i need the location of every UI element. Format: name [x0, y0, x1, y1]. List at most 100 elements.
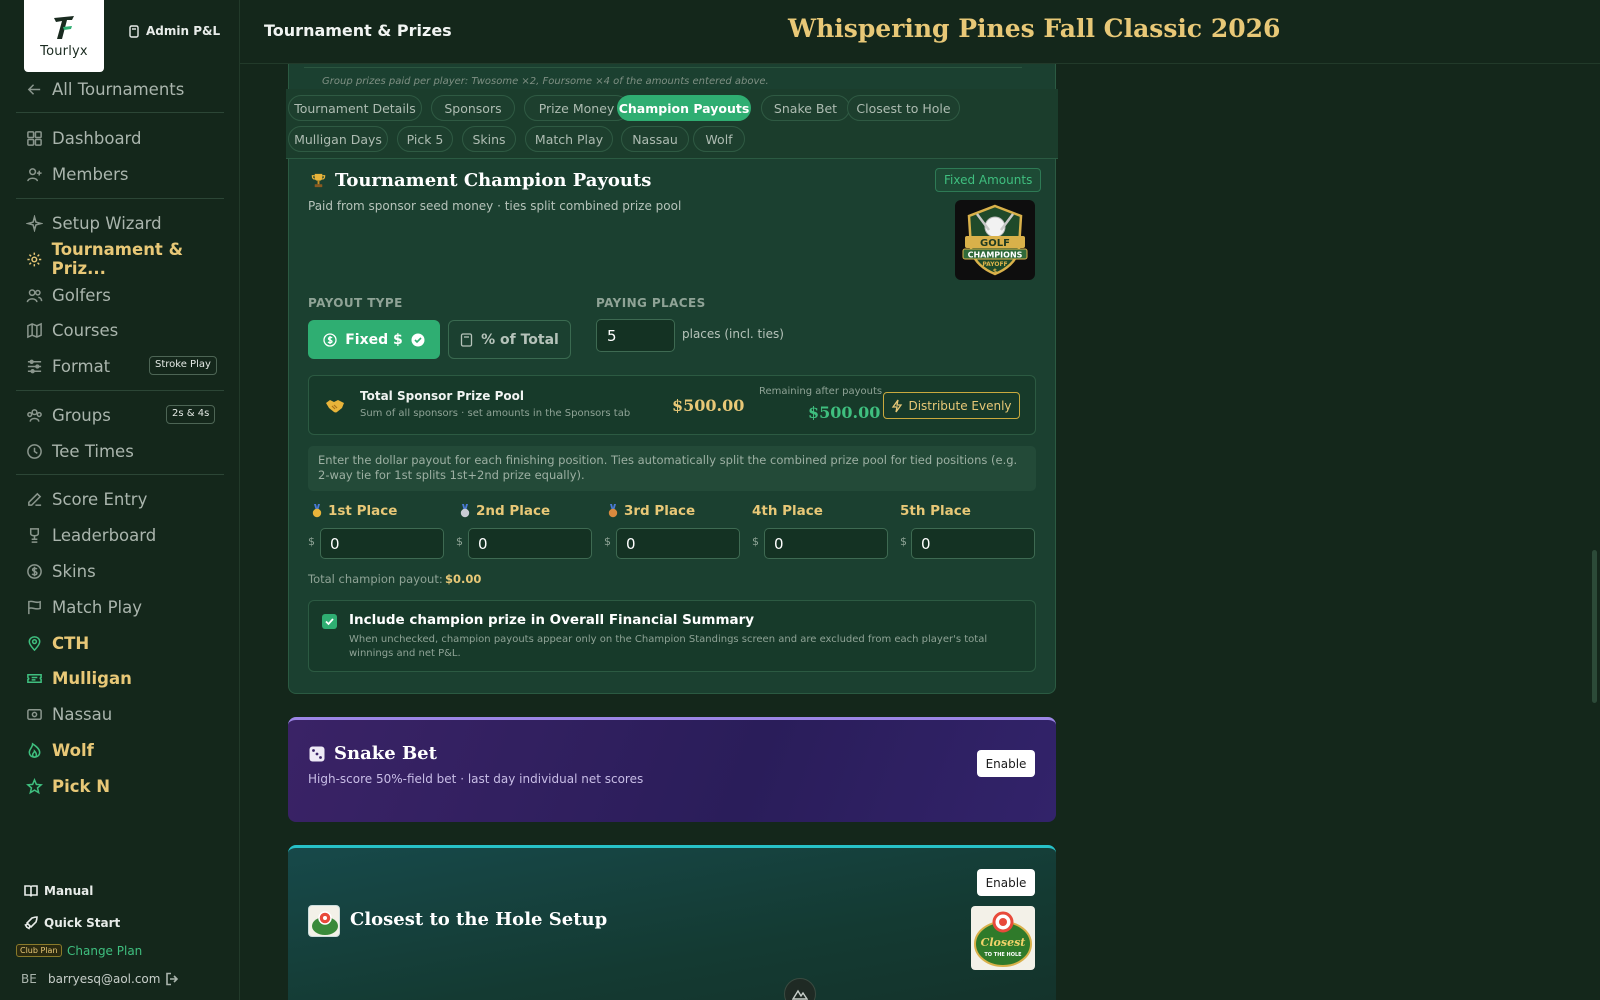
sparkle-icon: [26, 214, 43, 232]
dice-icon: [309, 746, 325, 761]
tournament-name: Whispering Pines Fall Classic 2026: [788, 14, 1281, 43]
sidebar-item-format[interactable]: Format: [26, 353, 110, 379]
users-icon: [26, 288, 43, 302]
place-input-5th[interactable]: [911, 528, 1035, 559]
sidebar-item-nassau[interactable]: Nassau: [26, 701, 112, 727]
include-summary-box: Include champion prize in Overall Financ…: [308, 600, 1036, 672]
place-label-text: 1st Place: [328, 503, 398, 519]
sidebar-item-label: Members: [52, 164, 129, 184]
arrow-left-icon: [27, 83, 41, 95]
snake-enable-button[interactable]: Enable: [977, 750, 1035, 777]
quick-start-link[interactable]: Quick Start: [24, 916, 120, 930]
tab-mulligan-days[interactable]: Mulligan Days: [288, 126, 388, 152]
logo-text: Tourlyx: [40, 44, 88, 59]
nav-divider: [16, 198, 224, 199]
sidebar-item-mulligan[interactable]: Mulligan: [26, 665, 132, 691]
sidebar-item-cth[interactable]: CTH: [26, 630, 89, 656]
include-summary-title: Include champion prize in Overall Financ…: [349, 612, 755, 628]
places-suffix: places (incl. ties): [682, 327, 784, 341]
rocket-icon: [24, 916, 38, 930]
tab-wolf[interactable]: Wolf: [693, 126, 745, 152]
groups-badge: 2s & 4s: [166, 405, 216, 424]
pool-subtitle: Sum of all sponsors · set amounts in the…: [360, 408, 631, 419]
tab-champion-payouts[interactable]: Champion Payouts: [617, 95, 751, 121]
sliders-icon: [27, 359, 42, 373]
place-input-1st[interactable]: [320, 528, 444, 559]
group-icon: [27, 408, 42, 422]
sidebar-item-wolf[interactable]: Wolf: [26, 737, 94, 763]
check-circle-icon: [411, 333, 425, 346]
tab-snake-bet[interactable]: Snake Bet: [761, 95, 850, 121]
logo-text-dollar: $: [993, 268, 997, 275]
nav-all-tournaments-label: All Tournaments: [52, 79, 185, 99]
silver-medal-icon: [460, 504, 470, 518]
place-input-2nd[interactable]: [468, 528, 592, 559]
place-input-3rd[interactable]: [616, 528, 740, 559]
include-summary-checkbox[interactable]: [322, 614, 337, 629]
total-payout-label: Total champion payout:: [308, 572, 443, 586]
section-title-text: Tournament Champion Payouts: [335, 170, 652, 191]
logo-text-champions: CHAMPIONS: [968, 251, 1023, 260]
cth-enable-button[interactable]: Enable: [977, 869, 1035, 896]
tab-closest-to-hole[interactable]: Closest to Hole: [847, 95, 960, 121]
sidebar-item-skins[interactable]: Skins: [26, 558, 96, 584]
place-label-text: 2nd Place: [476, 503, 551, 519]
logout-icon[interactable]: [165, 972, 179, 986]
cth-logo-text: Closest: [981, 936, 1026, 949]
currency-symbol: $: [308, 535, 315, 548]
champions-emblem-icon: GOLF CHAMPIONS PAYOFF $: [962, 204, 1028, 276]
payout-fixed-button[interactable]: Fixed $: [308, 320, 440, 359]
ticket-icon: [27, 673, 42, 683]
payout-percent-button[interactable]: % of Total: [448, 320, 571, 359]
sidebar-item-setup-wizard[interactable]: Setup Wizard: [26, 210, 162, 236]
scrollbar-thumb[interactable]: [1592, 550, 1597, 703]
tab-match-play[interactable]: Match Play: [525, 126, 613, 152]
distribute-evenly-button[interactable]: Distribute Evenly: [883, 392, 1020, 419]
sidebar-item-courses[interactable]: Courses: [26, 317, 118, 343]
paying-places-input[interactable]: [596, 319, 675, 352]
cth-emblem-icon: Closest TO THE HOLE: [974, 911, 1032, 967]
pool-title: Total Sponsor Prize Pool: [360, 389, 524, 403]
currency-symbol: $: [752, 535, 759, 548]
sidebar-item-dashboard[interactable]: Dashboard: [26, 125, 142, 151]
sidebar-item-label: Pick N: [52, 776, 111, 796]
tab-pick-5[interactable]: Pick 5: [397, 126, 453, 152]
sidebar-item-label: Match Play: [52, 597, 143, 617]
pool-amount: $500.00: [672, 396, 745, 415]
tab-nassau[interactable]: Nassau: [621, 126, 689, 152]
nav-all-tournaments[interactable]: All Tournaments: [26, 76, 184, 102]
sidebar-item-label: Courses: [52, 320, 119, 340]
place-label-text: 3rd Place: [624, 503, 696, 519]
sidebar-item-groups[interactable]: Groups: [26, 402, 111, 428]
change-plan-link[interactable]: Change Plan: [67, 944, 142, 958]
tab-skins[interactable]: Skins: [462, 126, 516, 152]
manual-link[interactable]: Manual: [24, 884, 93, 898]
sidebar-item-label: Groups: [52, 405, 111, 425]
sidebar-item-tournament-prizes[interactable]: Tournament & Priz...: [26, 240, 239, 278]
place-label-2nd: 2nd Place: [459, 503, 550, 519]
tab-bar: Tournament Details Sponsors Prize Money …: [286, 89, 1058, 159]
sidebar-item-label: Leaderboard: [52, 525, 157, 545]
sidebar-item-score-entry[interactable]: Score Entry: [26, 486, 147, 512]
sidebar-item-leaderboard[interactable]: Leaderboard: [26, 522, 156, 548]
sidebar-item-match-play[interactable]: Match Play: [26, 594, 142, 620]
user-email: barryesq@aol.com: [48, 972, 161, 986]
sidebar-item-golfers[interactable]: Golfers: [26, 282, 111, 308]
flame-icon: [28, 741, 41, 758]
calculator-icon: [460, 332, 473, 347]
admin-pl-link[interactable]: Admin P&L: [128, 24, 220, 38]
sidebar-item-pick-n[interactable]: Pick N: [26, 773, 110, 799]
sidebar: Tourlyx Admin P&L All Tournaments Dashbo…: [0, 0, 240, 1000]
sidebar-item-tee-times[interactable]: Tee Times: [26, 438, 134, 464]
trophy-icon: [311, 173, 326, 188]
tab-prize-money[interactable]: Prize Money: [524, 95, 629, 121]
total-payout-value: $0.00: [445, 572, 482, 586]
manual-label: Manual: [44, 884, 94, 898]
app-logo[interactable]: Tourlyx: [24, 0, 104, 72]
tab-sponsors[interactable]: Sponsors: [431, 95, 515, 121]
place-input-4th[interactable]: [764, 528, 888, 559]
payout-percent-label: % of Total: [481, 331, 559, 348]
sidebar-item-members[interactable]: Members: [26, 161, 128, 187]
tab-tournament-details[interactable]: Tournament Details: [288, 95, 422, 121]
snake-bet-title: Snake Bet: [308, 743, 437, 764]
